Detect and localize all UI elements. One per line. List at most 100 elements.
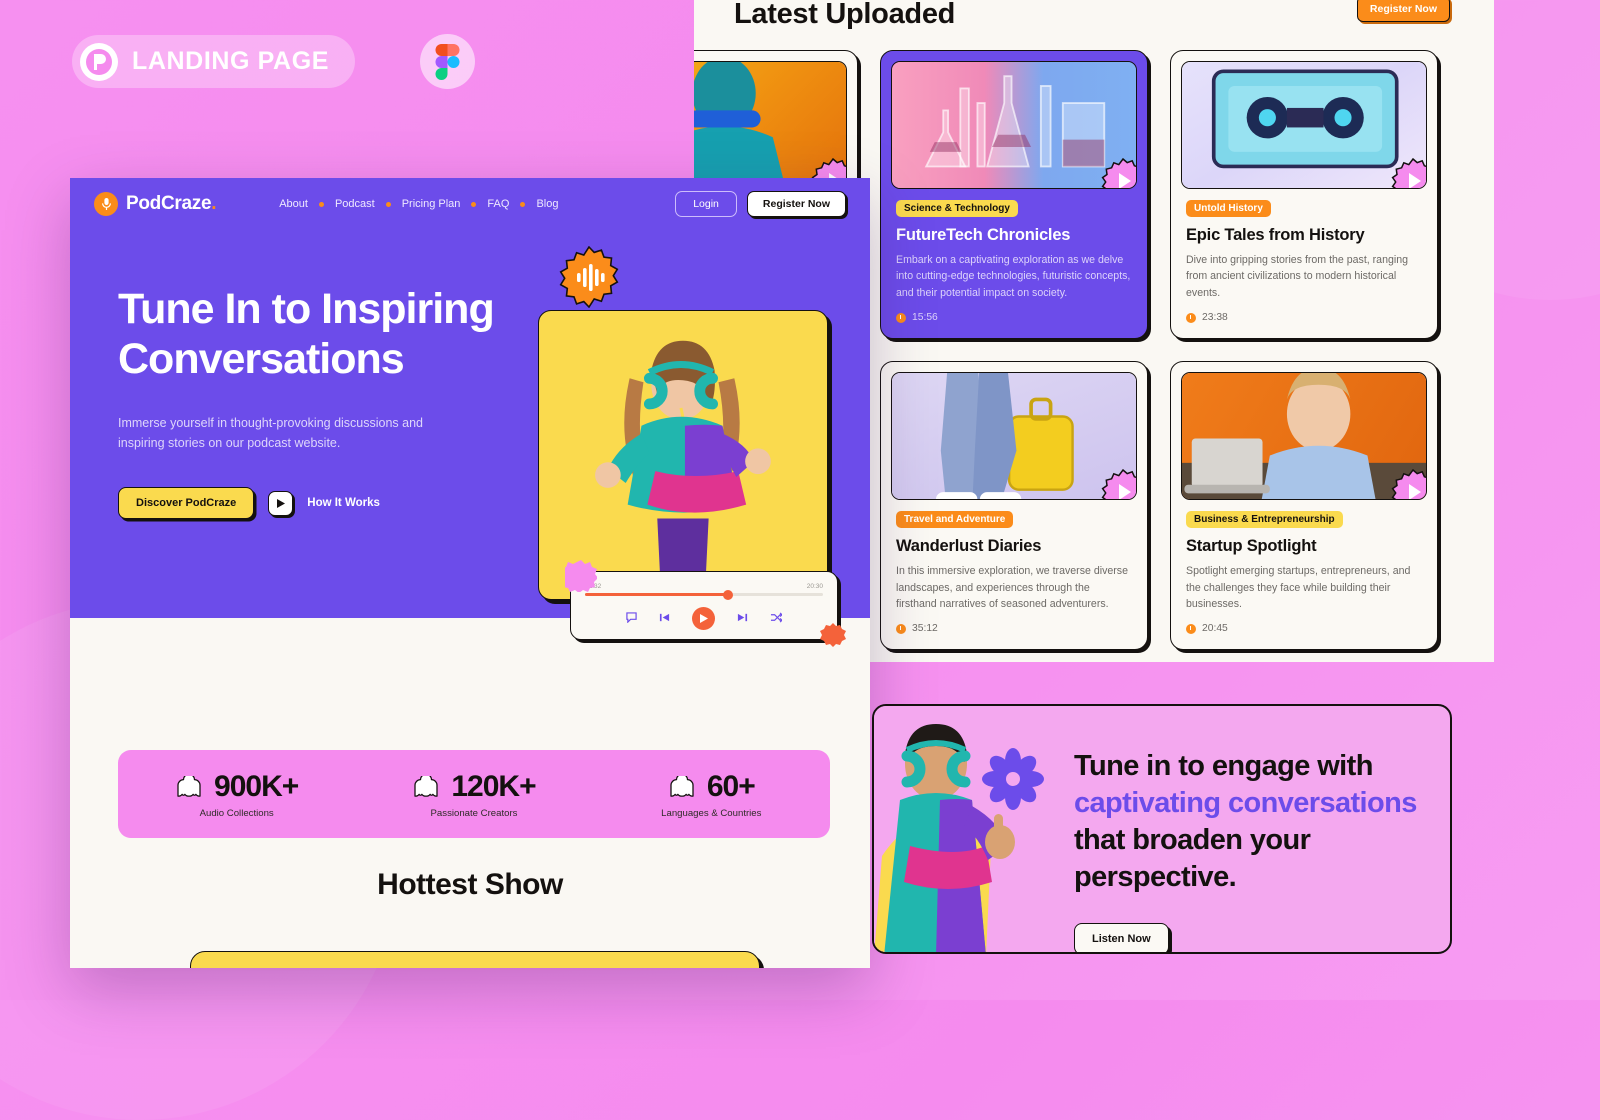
card-body: Travel and Adventure Wanderlust Diaries In… — [891, 500, 1137, 639]
uploaded-card[interactable]: Untold History Epic Tales from History Div… — [1170, 50, 1438, 340]
hero-subtext: Immerse yourself in thought-provoking di… — [118, 415, 424, 451]
next-track-icon[interactable] — [737, 610, 748, 628]
clock-icon — [1186, 312, 1196, 323]
cta-banner: Tune in to engage with captivating conve… — [872, 704, 1452, 954]
card-duration: 23:38 — [1186, 312, 1422, 323]
hottest-show-card[interactable]: #1 Trailblazers Unleashed S2 — [190, 951, 760, 968]
card-category-tag[interactable]: Untold History — [1186, 200, 1271, 217]
player-progress-knob[interactable] — [723, 589, 734, 600]
cta-line-4: perspective. — [1074, 861, 1237, 894]
player-total-time: 20:30 — [806, 583, 823, 590]
card-thumbnail — [1181, 372, 1427, 501]
latest-uploaded-title: Latest Uploaded — [734, 0, 956, 30]
hero-heading-line1: Tune In to Inspiring — [118, 285, 495, 333]
nav-actions: Login Register Now — [675, 191, 846, 217]
uploaded-card[interactable]: Travel and Adventure Wanderlust Diaries In… — [880, 361, 1148, 651]
discover-podcraze-button[interactable]: Discover PodCraze — [118, 487, 255, 519]
cta-heading: Tune in to engage with captivating conve… — [1074, 748, 1417, 896]
card-body: Business & Entrepreneurship Startup Spotl… — [1181, 500, 1427, 639]
hottest-show-title: Hottest Show — [377, 868, 563, 901]
figma-icon — [420, 34, 475, 89]
card-description: Spotlight emerging startups, entrepreneu… — [1186, 565, 1411, 611]
card-duration: 15:56 — [896, 312, 1132, 323]
landing-page-mockup: PodCraze. About Podcast Pricing Plan FAQ Blo… — [70, 178, 870, 968]
stat-value: 60+ — [706, 769, 756, 803]
clock-icon — [896, 312, 906, 323]
card-title: Wanderlust Diaries — [896, 537, 1042, 556]
comment-icon[interactable] — [626, 610, 637, 628]
soundwave-badge-icon — [558, 245, 620, 309]
hottest-show-section: Hottest Show #1 — [70, 868, 870, 968]
play-icon-button[interactable] — [268, 490, 294, 516]
site-navbar: PodCraze. About Podcast Pricing Plan FAQ Blo… — [70, 178, 870, 230]
card-play-button[interactable] — [1390, 469, 1426, 500]
stat-label: Passionate Creators — [430, 807, 518, 819]
nav-separator-dot-icon — [520, 201, 526, 207]
nav-link-faq[interactable]: FAQ — [487, 198, 509, 210]
card-category-tag[interactable]: Travel and Adventure — [896, 511, 1014, 529]
brand-name: PodCraze. — [126, 193, 217, 215]
cloud-icon — [175, 773, 203, 798]
brand-text: PodCraze — [126, 193, 212, 214]
player-controls — [585, 607, 823, 630]
shuffle-icon[interactable] — [770, 610, 783, 628]
card-thumbnail — [891, 61, 1137, 189]
cta-line-1: Tune in to engage with — [1074, 750, 1373, 782]
podcast-p-logo-icon — [80, 42, 118, 81]
register-now-button[interactable]: Register Now — [746, 191, 846, 217]
cloud-icon — [668, 773, 696, 798]
login-button[interactable]: Login — [675, 191, 737, 217]
brand-dot: . — [211, 193, 217, 214]
landing-page-label: LANDING PAGE — [132, 47, 330, 75]
card-category-tag[interactable]: Science & Technology — [896, 200, 1018, 217]
card-body: Untold History Epic Tales from History Div… — [1181, 189, 1427, 328]
uploaded-card[interactable]: Science & Technology FutureTech Chronicle… — [880, 50, 1148, 340]
nav-separator-dot-icon — [471, 201, 477, 207]
hero-heading-line2: Conversations — [118, 334, 405, 383]
player-times: 02:32 20:30 — [585, 583, 823, 590]
how-it-works-link[interactable]: How It Works — [307, 497, 380, 509]
nav-separator-dot-icon — [318, 201, 324, 207]
card-play-button[interactable] — [1100, 157, 1136, 188]
listen-now-button[interactable]: Listen Now — [1074, 923, 1169, 952]
panel-register-now-button[interactable]: Register Now — [1356, 0, 1450, 22]
nav-link-pricing-plan[interactable]: Pricing Plan — [402, 198, 461, 210]
audio-player: 02:32 20:30 — [560, 560, 846, 647]
nav-links: About Podcast Pricing Plan FAQ Blog — [279, 198, 558, 210]
nav-link-blog[interactable]: Blog — [536, 198, 558, 210]
player-progress-fill — [585, 593, 728, 596]
clock-icon — [896, 623, 906, 634]
stats-bar: 900K+ Audio Collections 120K+ Passionate Cr… — [118, 750, 830, 838]
stat-item: 900K+ Audio Collections — [118, 770, 355, 819]
flower-decor-icon — [982, 748, 1044, 810]
card-duration-value: 20:45 — [1202, 623, 1228, 635]
card-play-button[interactable] — [1100, 469, 1136, 500]
stat-item: 60+ Languages & Countries — [593, 770, 830, 819]
uploaded-card[interactable]: Business & Entrepreneurship Startup Spotl… — [1170, 361, 1438, 651]
stat-item: 120K+ Passionate Creators — [355, 770, 592, 819]
stat-value: 900K+ — [214, 769, 299, 803]
stat-top: 900K+ — [175, 769, 299, 804]
clock-icon — [1186, 623, 1196, 634]
nav-separator-dot-icon — [385, 201, 391, 207]
card-duration: 35:12 — [896, 623, 1132, 634]
card-category-tag[interactable]: Business & Entrepreneurship — [1186, 511, 1343, 529]
card-duration-value: 23:38 — [1202, 312, 1228, 324]
stat-value: 120K+ — [451, 769, 536, 803]
card-play-button[interactable] — [1390, 157, 1426, 188]
nav-link-about[interactable]: About — [279, 198, 308, 210]
cta-image — [874, 706, 1074, 952]
card-duration: 20:45 — [1186, 623, 1422, 634]
card-body: Science & Technology FutureTech Chronicle… — [891, 189, 1137, 328]
cloud-icon — [412, 773, 440, 798]
player-progress-bar[interactable] — [585, 589, 823, 600]
brand-logo[interactable]: PodCraze. — [94, 192, 217, 216]
cta-highlight: captivating conversations — [1074, 787, 1417, 820]
previous-track-icon[interactable] — [659, 610, 670, 628]
play-button[interactable] — [692, 607, 715, 630]
pink-blob-decor-icon — [560, 560, 598, 593]
card-description: Dive into gripping stories from the past… — [1186, 254, 1408, 299]
cta-content: Tune in to engage with captivating conve… — [1074, 706, 1417, 952]
nav-link-podcast[interactable]: Podcast — [335, 198, 375, 210]
stat-top: 120K+ — [412, 769, 537, 804]
